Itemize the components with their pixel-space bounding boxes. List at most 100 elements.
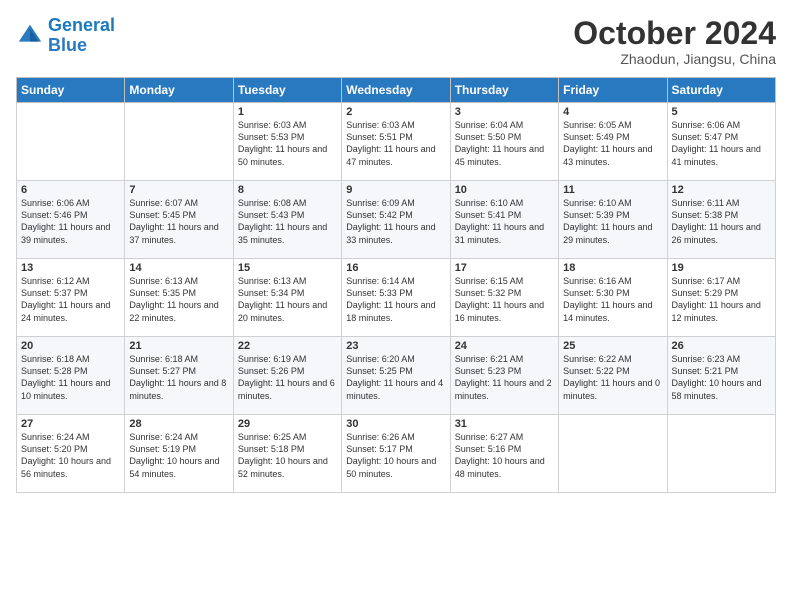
day-number: 6	[21, 184, 120, 196]
day-info: Sunrise: 6:07 AM Sunset: 5:45 PM Dayligh…	[129, 197, 228, 246]
calendar-cell: 3Sunrise: 6:04 AM Sunset: 5:50 PM Daylig…	[450, 103, 558, 181]
calendar-cell: 26Sunrise: 6:23 AM Sunset: 5:21 PM Dayli…	[667, 337, 775, 415]
day-info: Sunrise: 6:24 AM Sunset: 5:20 PM Dayligh…	[21, 431, 120, 480]
calendar-cell: 19Sunrise: 6:17 AM Sunset: 5:29 PM Dayli…	[667, 259, 775, 337]
day-info: Sunrise: 6:06 AM Sunset: 5:47 PM Dayligh…	[672, 119, 771, 168]
day-info: Sunrise: 6:18 AM Sunset: 5:28 PM Dayligh…	[21, 353, 120, 402]
calendar-cell: 18Sunrise: 6:16 AM Sunset: 5:30 PM Dayli…	[559, 259, 667, 337]
day-number: 28	[129, 418, 228, 430]
page-container: General Blue October 2024 Zhaodun, Jiang…	[0, 0, 792, 612]
col-mon: Monday	[125, 78, 233, 103]
calendar-cell: 12Sunrise: 6:11 AM Sunset: 5:38 PM Dayli…	[667, 181, 775, 259]
day-number: 18	[563, 262, 662, 274]
day-info: Sunrise: 6:14 AM Sunset: 5:33 PM Dayligh…	[346, 275, 445, 324]
col-thu: Thursday	[450, 78, 558, 103]
day-number: 16	[346, 262, 445, 274]
day-number: 13	[21, 262, 120, 274]
calendar-cell: 31Sunrise: 6:27 AM Sunset: 5:16 PM Dayli…	[450, 415, 558, 493]
day-number: 21	[129, 340, 228, 352]
day-info: Sunrise: 6:05 AM Sunset: 5:49 PM Dayligh…	[563, 119, 662, 168]
col-sat: Saturday	[667, 78, 775, 103]
day-number: 11	[563, 184, 662, 196]
day-number: 4	[563, 106, 662, 118]
calendar-cell	[559, 415, 667, 493]
day-info: Sunrise: 6:21 AM Sunset: 5:23 PM Dayligh…	[455, 353, 554, 402]
day-number: 20	[21, 340, 120, 352]
calendar-cell: 4Sunrise: 6:05 AM Sunset: 5:49 PM Daylig…	[559, 103, 667, 181]
calendar-cell: 16Sunrise: 6:14 AM Sunset: 5:33 PM Dayli…	[342, 259, 450, 337]
day-number: 9	[346, 184, 445, 196]
day-info: Sunrise: 6:20 AM Sunset: 5:25 PM Dayligh…	[346, 353, 445, 402]
calendar-cell: 15Sunrise: 6:13 AM Sunset: 5:34 PM Dayli…	[233, 259, 341, 337]
day-info: Sunrise: 6:27 AM Sunset: 5:16 PM Dayligh…	[455, 431, 554, 480]
calendar-week-2: 13Sunrise: 6:12 AM Sunset: 5:37 PM Dayli…	[17, 259, 776, 337]
day-info: Sunrise: 6:06 AM Sunset: 5:46 PM Dayligh…	[21, 197, 120, 246]
calendar-cell	[667, 415, 775, 493]
day-info: Sunrise: 6:03 AM Sunset: 5:53 PM Dayligh…	[238, 119, 337, 168]
calendar-header: Sunday Monday Tuesday Wednesday Thursday…	[17, 78, 776, 103]
day-number: 27	[21, 418, 120, 430]
calendar-week-3: 20Sunrise: 6:18 AM Sunset: 5:28 PM Dayli…	[17, 337, 776, 415]
day-number: 30	[346, 418, 445, 430]
calendar-cell: 21Sunrise: 6:18 AM Sunset: 5:27 PM Dayli…	[125, 337, 233, 415]
day-number: 24	[455, 340, 554, 352]
calendar-cell	[17, 103, 125, 181]
col-tue: Tuesday	[233, 78, 341, 103]
day-number: 15	[238, 262, 337, 274]
day-number: 12	[672, 184, 771, 196]
day-info: Sunrise: 6:17 AM Sunset: 5:29 PM Dayligh…	[672, 275, 771, 324]
day-info: Sunrise: 6:12 AM Sunset: 5:37 PM Dayligh…	[21, 275, 120, 324]
logo-line2: Blue	[48, 36, 115, 56]
calendar-cell: 24Sunrise: 6:21 AM Sunset: 5:23 PM Dayli…	[450, 337, 558, 415]
day-info: Sunrise: 6:13 AM Sunset: 5:35 PM Dayligh…	[129, 275, 228, 324]
day-number: 25	[563, 340, 662, 352]
calendar-table: Sunday Monday Tuesday Wednesday Thursday…	[16, 77, 776, 493]
calendar-cell: 22Sunrise: 6:19 AM Sunset: 5:26 PM Dayli…	[233, 337, 341, 415]
day-number: 22	[238, 340, 337, 352]
month-title: October 2024	[573, 16, 776, 51]
calendar-cell: 29Sunrise: 6:25 AM Sunset: 5:18 PM Dayli…	[233, 415, 341, 493]
day-number: 3	[455, 106, 554, 118]
logo-line1: General	[48, 15, 115, 35]
header: General Blue October 2024 Zhaodun, Jiang…	[16, 16, 776, 67]
col-fri: Friday	[559, 78, 667, 103]
day-info: Sunrise: 6:26 AM Sunset: 5:17 PM Dayligh…	[346, 431, 445, 480]
day-info: Sunrise: 6:04 AM Sunset: 5:50 PM Dayligh…	[455, 119, 554, 168]
calendar-cell: 2Sunrise: 6:03 AM Sunset: 5:51 PM Daylig…	[342, 103, 450, 181]
calendar-cell: 1Sunrise: 6:03 AM Sunset: 5:53 PM Daylig…	[233, 103, 341, 181]
calendar-week-0: 1Sunrise: 6:03 AM Sunset: 5:53 PM Daylig…	[17, 103, 776, 181]
calendar-cell: 28Sunrise: 6:24 AM Sunset: 5:19 PM Dayli…	[125, 415, 233, 493]
day-number: 7	[129, 184, 228, 196]
day-info: Sunrise: 6:08 AM Sunset: 5:43 PM Dayligh…	[238, 197, 337, 246]
calendar-cell: 6Sunrise: 6:06 AM Sunset: 5:46 PM Daylig…	[17, 181, 125, 259]
header-row: Sunday Monday Tuesday Wednesday Thursday…	[17, 78, 776, 103]
calendar-week-4: 27Sunrise: 6:24 AM Sunset: 5:20 PM Dayli…	[17, 415, 776, 493]
day-info: Sunrise: 6:09 AM Sunset: 5:42 PM Dayligh…	[346, 197, 445, 246]
calendar-cell: 17Sunrise: 6:15 AM Sunset: 5:32 PM Dayli…	[450, 259, 558, 337]
calendar-cell: 20Sunrise: 6:18 AM Sunset: 5:28 PM Dayli…	[17, 337, 125, 415]
day-info: Sunrise: 6:16 AM Sunset: 5:30 PM Dayligh…	[563, 275, 662, 324]
day-number: 17	[455, 262, 554, 274]
day-number: 8	[238, 184, 337, 196]
calendar-cell: 23Sunrise: 6:20 AM Sunset: 5:25 PM Dayli…	[342, 337, 450, 415]
day-number: 14	[129, 262, 228, 274]
day-info: Sunrise: 6:25 AM Sunset: 5:18 PM Dayligh…	[238, 431, 337, 480]
col-wed: Wednesday	[342, 78, 450, 103]
day-info: Sunrise: 6:11 AM Sunset: 5:38 PM Dayligh…	[672, 197, 771, 246]
day-info: Sunrise: 6:23 AM Sunset: 5:21 PM Dayligh…	[672, 353, 771, 402]
day-number: 10	[455, 184, 554, 196]
day-info: Sunrise: 6:03 AM Sunset: 5:51 PM Dayligh…	[346, 119, 445, 168]
calendar-cell: 10Sunrise: 6:10 AM Sunset: 5:41 PM Dayli…	[450, 181, 558, 259]
calendar-cell: 30Sunrise: 6:26 AM Sunset: 5:17 PM Dayli…	[342, 415, 450, 493]
calendar-cell: 9Sunrise: 6:09 AM Sunset: 5:42 PM Daylig…	[342, 181, 450, 259]
day-info: Sunrise: 6:22 AM Sunset: 5:22 PM Dayligh…	[563, 353, 662, 402]
calendar-body: 1Sunrise: 6:03 AM Sunset: 5:53 PM Daylig…	[17, 103, 776, 493]
logo: General Blue	[16, 16, 115, 56]
calendar-cell: 13Sunrise: 6:12 AM Sunset: 5:37 PM Dayli…	[17, 259, 125, 337]
calendar-cell: 14Sunrise: 6:13 AM Sunset: 5:35 PM Dayli…	[125, 259, 233, 337]
day-number: 5	[672, 106, 771, 118]
day-number: 29	[238, 418, 337, 430]
day-number: 1	[238, 106, 337, 118]
location: Zhaodun, Jiangsu, China	[573, 51, 776, 67]
day-info: Sunrise: 6:18 AM Sunset: 5:27 PM Dayligh…	[129, 353, 228, 402]
